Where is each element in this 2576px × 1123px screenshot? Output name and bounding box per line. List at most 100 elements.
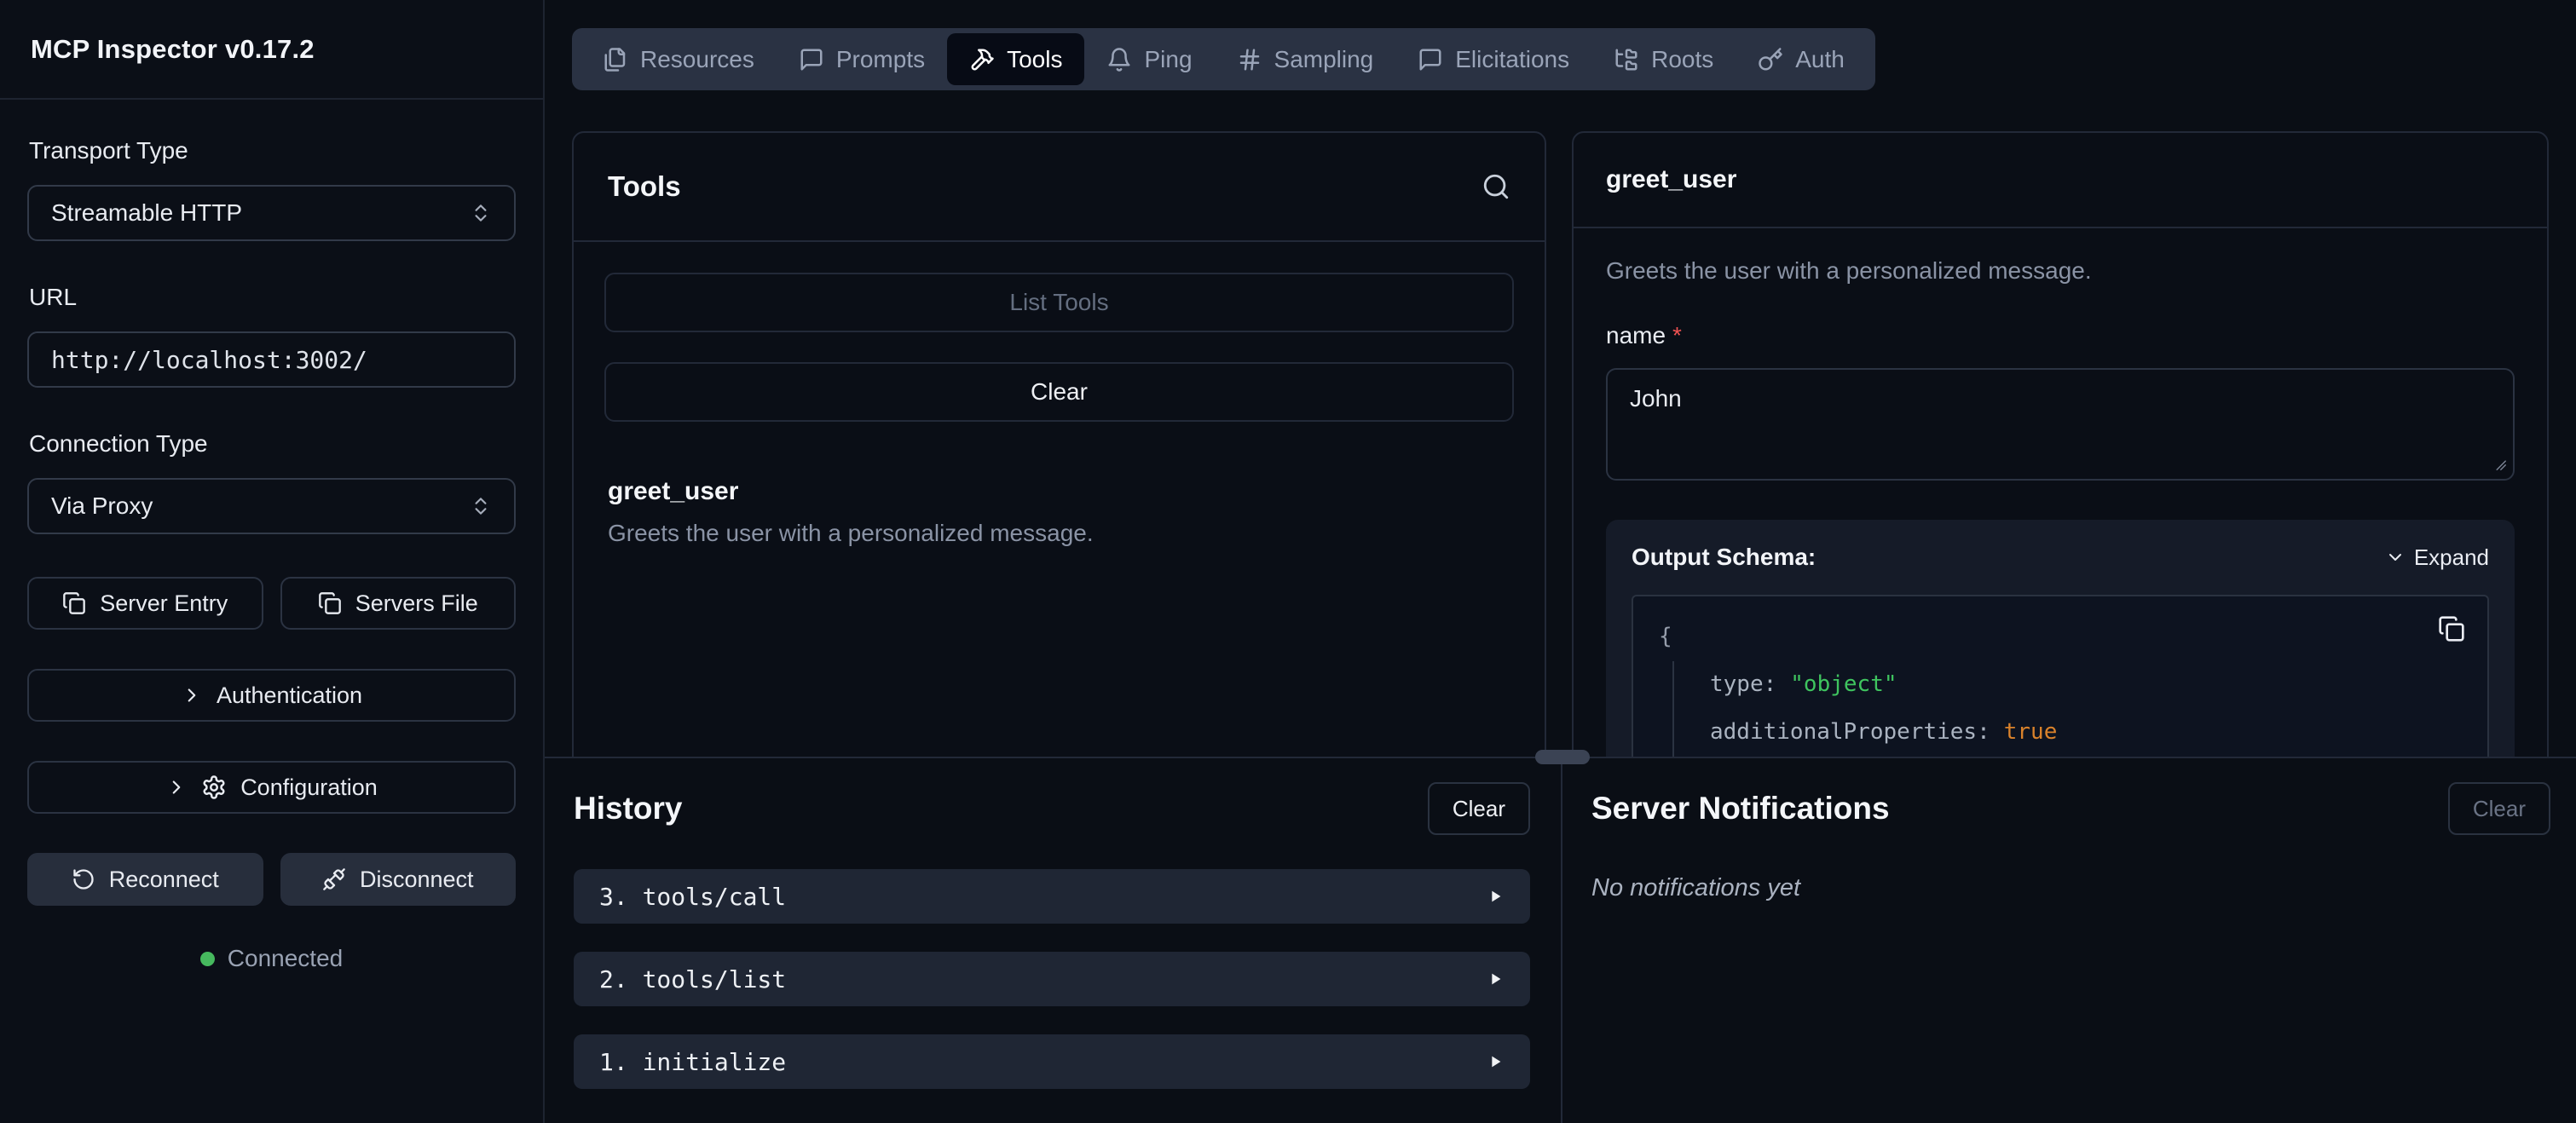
chevron-down-icon: [2385, 547, 2406, 567]
server-notifications-title: Server Notifications: [1591, 791, 1890, 826]
transport-type-select[interactable]: Streamable HTTP: [27, 185, 516, 241]
history-panel: History Clear 3. tools/call 2. tools/lis…: [545, 758, 1561, 1123]
tools-panel-body: List Tools Clear greet_user Greets the u…: [574, 242, 1545, 578]
disconnect-label: Disconnect: [360, 867, 474, 893]
authentication-toggle[interactable]: Authentication: [27, 669, 516, 722]
tool-detail-body: Greets the user with a personalized mess…: [1574, 228, 2547, 757]
copy-icon: [2438, 615, 2465, 642]
clear-notifications-button[interactable]: Clear: [2448, 782, 2550, 835]
clear-tools-label: Clear: [1031, 378, 1088, 405]
tools-panel-header: Tools: [574, 133, 1545, 242]
output-schema-code: { type:"object" additionalProperties:tru…: [1632, 595, 2489, 757]
play-icon: [1486, 970, 1505, 988]
history-list: 3. tools/call 2. tools/list 1. initializ…: [574, 869, 1530, 1089]
copy-schema-button[interactable]: [2438, 615, 2465, 645]
top-split-region: Tools List Tools Clear greet_user Greets…: [545, 131, 2576, 757]
search-icon: [1481, 172, 1510, 201]
clear-history-button[interactable]: Clear: [1428, 782, 1530, 835]
code-line-additional-properties: additionalProperties:true: [1710, 709, 2462, 757]
message-square-icon: [799, 47, 824, 72]
hammer-icon: [969, 47, 995, 72]
tab-sampling[interactable]: Sampling: [1215, 33, 1396, 85]
gear-icon: [201, 775, 227, 800]
history-item-tools-list[interactable]: 2. tools/list: [574, 952, 1530, 1006]
tool-list-item-greet-user[interactable]: greet_user Greets the user with a person…: [604, 477, 1514, 547]
bell-icon: [1106, 47, 1132, 72]
message-square-icon: [1418, 47, 1443, 72]
splitter-drag-handle[interactable]: [1535, 750, 1590, 764]
history-title: History: [574, 791, 682, 826]
tab-bar: Resources Prompts Tools Ping Sampling: [572, 28, 1875, 90]
tools-panel-title: Tools: [608, 170, 681, 203]
tab-label: Sampling: [1274, 46, 1374, 73]
configuration-label: Configuration: [240, 775, 378, 801]
play-icon: [1486, 887, 1505, 906]
server-notifications-header: Server Notifications Clear: [1591, 782, 2550, 835]
status-dot-icon: [200, 952, 215, 966]
sidebar-header: MCP Inspector v0.17.2: [0, 0, 543, 100]
configuration-toggle[interactable]: Configuration: [27, 761, 516, 814]
copy-buttons-row: Server Entry Servers File: [27, 577, 516, 630]
reconnect-button[interactable]: Reconnect: [27, 853, 263, 906]
expand-label: Expand: [2414, 544, 2489, 571]
files-icon: [603, 47, 628, 72]
tab-elicitations[interactable]: Elicitations: [1395, 33, 1591, 85]
copy-icon: [62, 591, 86, 615]
tool-detail-title: greet_user: [1606, 165, 1736, 194]
status-text: Connected: [228, 945, 343, 972]
connection-buttons-row: Reconnect Disconnect: [27, 853, 516, 906]
name-field-label: name*: [1606, 322, 2515, 349]
server-entry-button[interactable]: Server Entry: [27, 577, 263, 630]
output-schema-header: Output Schema: Expand: [1632, 544, 2489, 571]
tool-detail-panel: greet_user Greets the user with a person…: [1572, 131, 2549, 757]
connection-type-select[interactable]: Via Proxy: [27, 478, 516, 534]
tab-label: Roots: [1651, 46, 1713, 73]
tools-panel: Tools List Tools Clear greet_user Greets…: [572, 131, 1546, 757]
list-tools-button[interactable]: List Tools: [604, 273, 1514, 332]
expand-toggle[interactable]: Expand: [2385, 544, 2489, 571]
tab-tools[interactable]: Tools: [947, 33, 1084, 85]
code-line-open: {: [1659, 613, 2462, 661]
tab-prompts[interactable]: Prompts: [777, 33, 947, 85]
servers-file-button[interactable]: Servers File: [280, 577, 517, 630]
tab-label: Ping: [1144, 46, 1192, 73]
hash-icon: [1237, 47, 1262, 72]
url-input[interactable]: [27, 331, 516, 388]
disconnect-button[interactable]: Disconnect: [280, 853, 517, 906]
play-icon: [1486, 1052, 1505, 1071]
bottom-split-region: History Clear 3. tools/call 2. tools/lis…: [545, 758, 2576, 1123]
rotate-ccw-icon: [72, 867, 95, 891]
resize-handle-icon[interactable]: [2489, 453, 2508, 472]
connection-type-value: Via Proxy: [51, 492, 153, 520]
server-entry-label: Server Entry: [100, 590, 228, 617]
sidebar: MCP Inspector v0.17.2 Transport Type Str…: [0, 0, 545, 1123]
server-notifications-panel: Server Notifications Clear No notificati…: [1562, 758, 2576, 1123]
history-item-tools-call[interactable]: 3. tools/call: [574, 869, 1530, 924]
tab-roots[interactable]: Roots: [1591, 33, 1736, 85]
connection-status: Connected: [27, 945, 516, 972]
copy-icon: [318, 591, 342, 615]
tab-ping[interactable]: Ping: [1084, 33, 1214, 85]
mcp-inspector-app: MCP Inspector v0.17.2 Transport Type Str…: [0, 0, 2576, 1123]
tool-item-name: greet_user: [608, 477, 1514, 506]
name-input[interactable]: John: [1606, 368, 2515, 481]
tab-auth[interactable]: Auth: [1736, 33, 1867, 85]
tool-item-description: Greets the user with a personalized mess…: [608, 520, 1514, 547]
history-item-initialize[interactable]: 1. initialize: [574, 1034, 1530, 1089]
transport-type-value: Streamable HTTP: [51, 199, 242, 227]
unplug-icon: [322, 867, 346, 891]
search-button[interactable]: [1481, 172, 1510, 201]
tab-label: Prompts: [836, 46, 925, 73]
chevron-right-icon: [165, 776, 188, 798]
notifications-empty-text: No notifications yet: [1591, 874, 2550, 902]
tab-resources[interactable]: Resources: [580, 33, 777, 85]
sidebar-body: Transport Type Streamable HTTP URL Conne…: [0, 100, 543, 972]
code-line-type: type:"object": [1710, 661, 2462, 709]
chevron-right-icon: [181, 684, 203, 706]
tab-label: Auth: [1795, 46, 1845, 73]
clear-tools-button[interactable]: Clear: [604, 362, 1514, 422]
key-icon: [1758, 47, 1783, 72]
output-schema-card: Output Schema: Expand {: [1606, 520, 2515, 757]
tab-bar-wrap: Resources Prompts Tools Ping Sampling: [545, 0, 2576, 90]
chevrons-up-down-icon: [470, 202, 492, 224]
